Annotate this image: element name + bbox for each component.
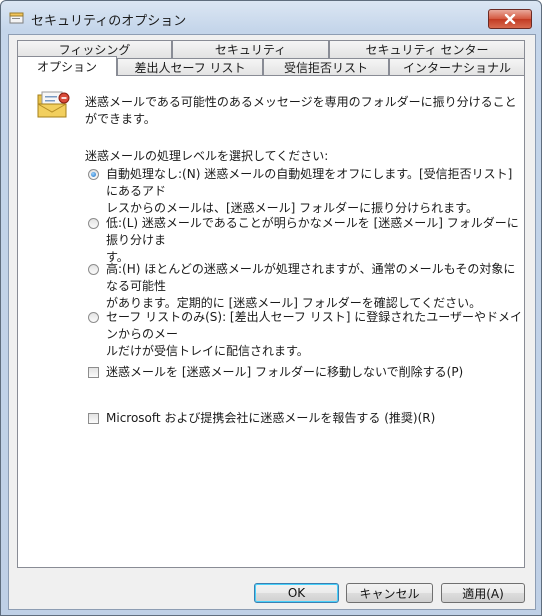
apply-button[interactable]: 適用(A) xyxy=(441,583,525,603)
level-heading: 迷惑メールの処理レベルを選択してください: xyxy=(85,149,329,163)
radio-high-label[interactable]: 高:(H) ほとんどの迷惑メールが処理されますが、通常のメールもその対象になる可… xyxy=(106,261,524,312)
title-bar[interactable]: セキュリティのオプション xyxy=(1,1,541,35)
label-line: 自動処理なし:(N) 迷惑メールの自動処理をオフにします。[受信拒否リスト] に… xyxy=(106,167,513,198)
label-line: 高:(H) ほとんどの迷惑メールが処理されますが、通常のメールもその対象になる可… xyxy=(106,262,516,293)
tab-label: 差出人セーフ リスト xyxy=(134,61,246,75)
tab-international[interactable]: インターナショナル xyxy=(389,58,525,76)
options-description: 迷惑メールである可能性のあるメッセージを専用のフォルダーに振り分けることができま… xyxy=(85,95,517,126)
tab-label: セキュリティ xyxy=(214,43,287,57)
label-line: セーフ リストのみ(S): [差出人セーフ リスト] に登録されたユーザーやドメ… xyxy=(106,310,522,341)
tab-blocked-senders[interactable]: 受信拒否リスト xyxy=(263,58,389,76)
radio-low[interactable] xyxy=(88,218,99,229)
radio-no-automatic[interactable] xyxy=(88,169,99,180)
report-junk-label[interactable]: Microsoft および提携会社に迷惑メールを報告する (推奨)(R) xyxy=(106,410,435,427)
tab-safe-senders[interactable]: 差出人セーフ リスト xyxy=(117,58,263,76)
label-line: ルだけが受信トレイに配信されます。 xyxy=(106,344,309,358)
tab-label: オプション xyxy=(36,60,97,74)
tab-security[interactable]: セキュリティ xyxy=(172,40,329,58)
label-line: 低:(L) 迷惑メールであることが明らかなメールを [迷惑メール] フォルダーに… xyxy=(106,216,519,247)
close-button[interactable] xyxy=(488,9,532,29)
close-icon xyxy=(504,14,516,24)
cancel-button[interactable]: キャンセル xyxy=(346,583,433,603)
options-panel: 迷惑メールである可能性のあるメッセージを専用のフォルダーに振り分けることができま… xyxy=(17,75,525,568)
tab-label: セキュリティ センター xyxy=(365,43,489,57)
delete-junk-checkbox[interactable] xyxy=(88,367,99,378)
radio-no-automatic-label[interactable]: 自動処理なし:(N) 迷惑メールの自動処理をオフにします。[受信拒否リスト] に… xyxy=(106,166,524,217)
delete-junk-label[interactable]: 迷惑メールを [迷惑メール] フォルダーに移動しないで削除する(P) xyxy=(106,364,463,381)
radio-safe-lists-only[interactable] xyxy=(88,312,99,323)
tab-security-center[interactable]: セキュリティ センター xyxy=(329,40,525,58)
radio-high[interactable] xyxy=(88,264,99,275)
dialog-window: セキュリティのオプション フィッシング セキュリティ セキュリティ センター オ… xyxy=(0,0,542,616)
radio-low-label[interactable]: 低:(L) 迷惑メールであることが明らかなメールを [迷惑メール] フォルダーに… xyxy=(106,215,524,266)
dialog-body: フィッシング セキュリティ セキュリティ センター オプション 差出人セーフ リ… xyxy=(8,34,536,610)
junk-mail-icon xyxy=(36,90,72,120)
ok-button[interactable]: OK xyxy=(254,583,339,603)
report-junk-checkbox[interactable] xyxy=(88,413,99,424)
radio-safe-lists-only-label[interactable]: セーフ リストのみ(S): [差出人セーフ リスト] に登録されたユーザーやドメ… xyxy=(106,309,524,360)
tab-label: 受信拒否リスト xyxy=(283,61,368,75)
window-title: セキュリティのオプション xyxy=(31,14,187,29)
tab-options[interactable]: オプション xyxy=(17,56,117,76)
tab-label: インターナショナル xyxy=(402,61,511,75)
app-window-icon xyxy=(9,11,25,25)
